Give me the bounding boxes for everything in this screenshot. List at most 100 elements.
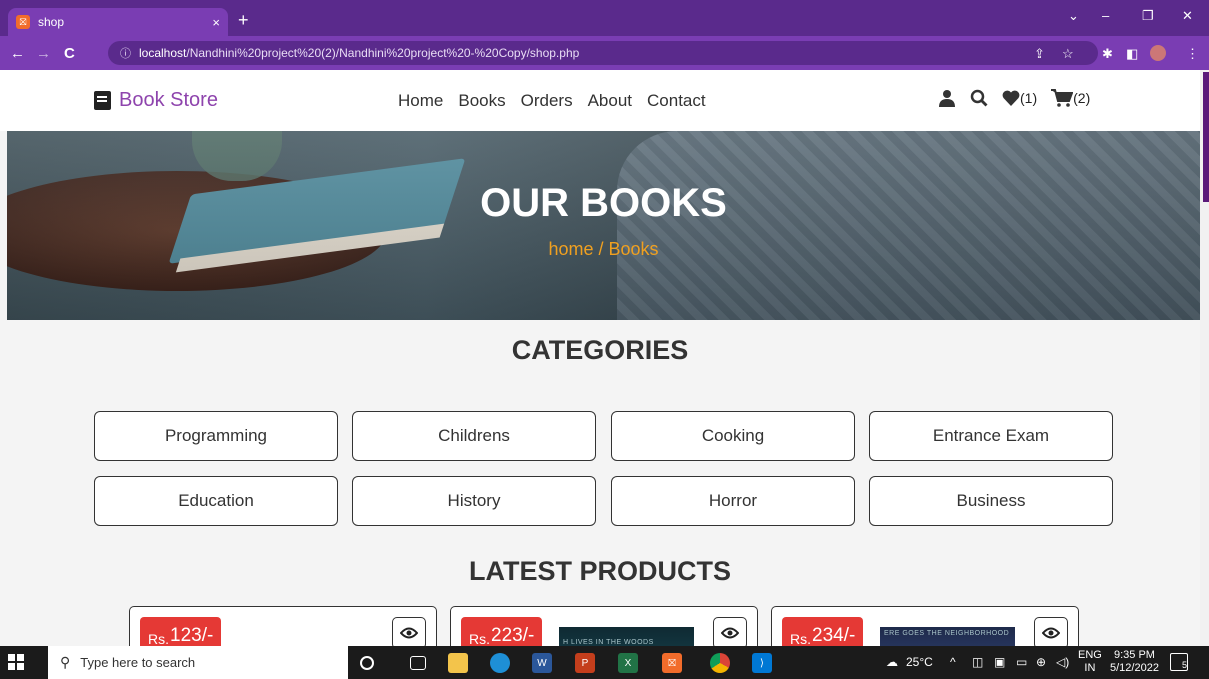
breadcrumb[interactable]: home / Books <box>7 239 1200 260</box>
browser-menu-icon[interactable]: ⋮ <box>1186 46 1199 62</box>
search-icon[interactable] <box>970 89 988 107</box>
category-cooking[interactable]: Cooking <box>611 411 855 461</box>
task-view-icon[interactable] <box>410 656 426 670</box>
cart-link[interactable]: (2) <box>1051 89 1090 107</box>
tab-search-icon[interactable]: ⌄ <box>1068 8 1079 24</box>
browser-tab-strip: ⛝ shop × + ⌄ – ❐ ✕ <box>0 0 1209 36</box>
price-badge: Rs. 123/- <box>140 617 222 646</box>
battery-icon[interactable]: ▭ <box>1016 655 1027 669</box>
tray-chevron-icon[interactable]: ^ <box>950 655 956 669</box>
word-icon[interactable]: W <box>532 653 552 673</box>
site-logo[interactable]: Book Store <box>94 89 218 112</box>
cortana-icon[interactable] <box>360 656 374 670</box>
forward-button[interactable]: → <box>36 45 51 62</box>
price-prefix: Rs. <box>790 631 811 646</box>
price-prefix: Rs. <box>469 631 490 646</box>
tab-close-icon[interactable]: × <box>212 15 220 30</box>
url-path: /Nandhini%20project%20(2)/Nandhini%20pro… <box>186 46 580 60</box>
cart-count: (2) <box>1073 90 1091 106</box>
hero-banner: OUR BOOKS home / Books <box>7 131 1200 320</box>
quick-view-button[interactable] <box>713 617 747 646</box>
tray-network-app-icon[interactable]: ▣ <box>994 655 1005 669</box>
system-clock[interactable]: 9:35 PM 5/12/2022 <box>1110 649 1159 675</box>
reload-button[interactable]: C <box>64 45 75 62</box>
restore-button[interactable]: ❐ <box>1142 8 1154 24</box>
cart-icon <box>1051 89 1074 107</box>
book-cover-image: ERE GOES THE NEIGHBORHOOD <box>880 627 1015 646</box>
site-header: Book Store Home Books Orders About Conta… <box>0 70 1200 131</box>
taskbar-search-placeholder: Type here to search <box>80 655 196 670</box>
windows-start-icon[interactable] <box>8 654 24 670</box>
new-tab-button[interactable]: + <box>238 10 249 31</box>
tray-app-icon[interactable]: ◫ <box>972 655 983 669</box>
language-region: IN <box>1084 662 1096 674</box>
profile-avatar[interactable] <box>1150 45 1166 61</box>
product-card: ERE GOES THE NEIGHBORHOOD Rs. 234/- <box>771 606 1079 646</box>
wishlist-link[interactable]: (1) <box>1002 90 1037 106</box>
bookmark-star-icon[interactable]: ☆ <box>1062 46 1074 62</box>
edge-icon[interactable] <box>490 653 510 673</box>
scrollbar-thumb[interactable] <box>1203 72 1209 202</box>
price-badge: Rs. 234/- <box>782 617 864 646</box>
product-card: H LIVES IN THE WOODS Rs. 223/- <box>450 606 758 646</box>
excel-icon[interactable]: X <box>618 653 638 673</box>
quick-view-button[interactable] <box>1034 617 1068 646</box>
powerpoint-icon[interactable]: P <box>575 653 595 673</box>
url-host: localhost <box>139 46 187 60</box>
tab-title: shop <box>38 15 65 29</box>
heart-icon <box>1002 90 1020 106</box>
price-prefix: Rs. <box>148 631 169 646</box>
vscode-icon[interactable]: ⟩ <box>752 653 772 673</box>
xampp-icon[interactable]: ⛝ <box>662 653 682 673</box>
logo-text: Book Store <box>119 89 218 111</box>
nav-home[interactable]: Home <box>398 91 443 111</box>
product-card: Rs. 123/- <box>129 606 437 646</box>
nav-orders[interactable]: Orders <box>521 91 573 111</box>
category-history[interactable]: History <box>352 476 596 526</box>
category-education[interactable]: Education <box>94 476 338 526</box>
price-value: 223/- <box>491 625 535 646</box>
category-business[interactable]: Business <box>869 476 1113 526</box>
back-button[interactable]: ← <box>10 45 25 62</box>
minimize-button[interactable]: – <box>1102 8 1109 23</box>
wishlist-count: (1) <box>1020 90 1038 106</box>
xampp-favicon-icon: ⛝ <box>16 15 30 29</box>
nav-contact[interactable]: Contact <box>647 91 706 111</box>
price-value: 123/- <box>170 625 214 646</box>
chrome-icon[interactable] <box>710 653 730 673</box>
side-panel-icon[interactable]: ◧ <box>1126 46 1138 62</box>
browser-tab[interactable]: ⛝ shop × <box>8 8 228 36</box>
site-info-icon[interactable]: ⓘ <box>120 45 131 61</box>
share-icon[interactable]: ⇪ <box>1034 46 1045 62</box>
eye-icon <box>1042 627 1060 639</box>
extensions-icon[interactable]: ✱ <box>1102 46 1113 62</box>
user-icon[interactable] <box>938 89 956 107</box>
header-icons: (1) (2) <box>938 89 1090 107</box>
category-programming[interactable]: Programming <box>94 411 338 461</box>
main-nav: Home Books Orders About Contact <box>398 91 706 111</box>
taskbar-search-box[interactable]: ⚲ Type here to search <box>48 646 348 679</box>
file-explorer-icon[interactable] <box>448 653 468 673</box>
price-value: 234/- <box>812 625 856 646</box>
eye-icon <box>400 627 418 639</box>
weather-icon[interactable]: ☁ <box>886 655 898 669</box>
hero-title: OUR BOOKS <box>480 181 727 225</box>
quick-view-button[interactable] <box>392 617 426 646</box>
url-field[interactable]: ⓘ localhost /Nandhini%20project%20(2)/Na… <box>108 41 1098 65</box>
taskbar-search-icon: ⚲ <box>60 654 71 670</box>
nav-books[interactable]: Books <box>458 91 505 111</box>
category-childrens[interactable]: Childrens <box>352 411 596 461</box>
address-bar-row: ← → C ⓘ localhost /Nandhini%20project%20… <box>0 36 1209 70</box>
close-window-button[interactable]: ✕ <box>1182 8 1193 24</box>
clock-date: 5/12/2022 <box>1110 662 1159 674</box>
language-indicator[interactable]: ENG IN <box>1078 649 1102 675</box>
language-code: ENG <box>1078 649 1102 661</box>
category-horror[interactable]: Horror <box>611 476 855 526</box>
notification-center-icon[interactable]: 5 <box>1170 653 1188 671</box>
clock-time: 9:35 PM <box>1113 649 1155 661</box>
volume-icon[interactable]: ◁) <box>1056 655 1069 669</box>
network-icon[interactable]: ⊕ <box>1036 655 1046 669</box>
category-entrance-exam[interactable]: Entrance Exam <box>869 411 1113 461</box>
weather-temperature[interactable]: 25°C <box>906 655 933 669</box>
nav-about[interactable]: About <box>588 91 632 111</box>
